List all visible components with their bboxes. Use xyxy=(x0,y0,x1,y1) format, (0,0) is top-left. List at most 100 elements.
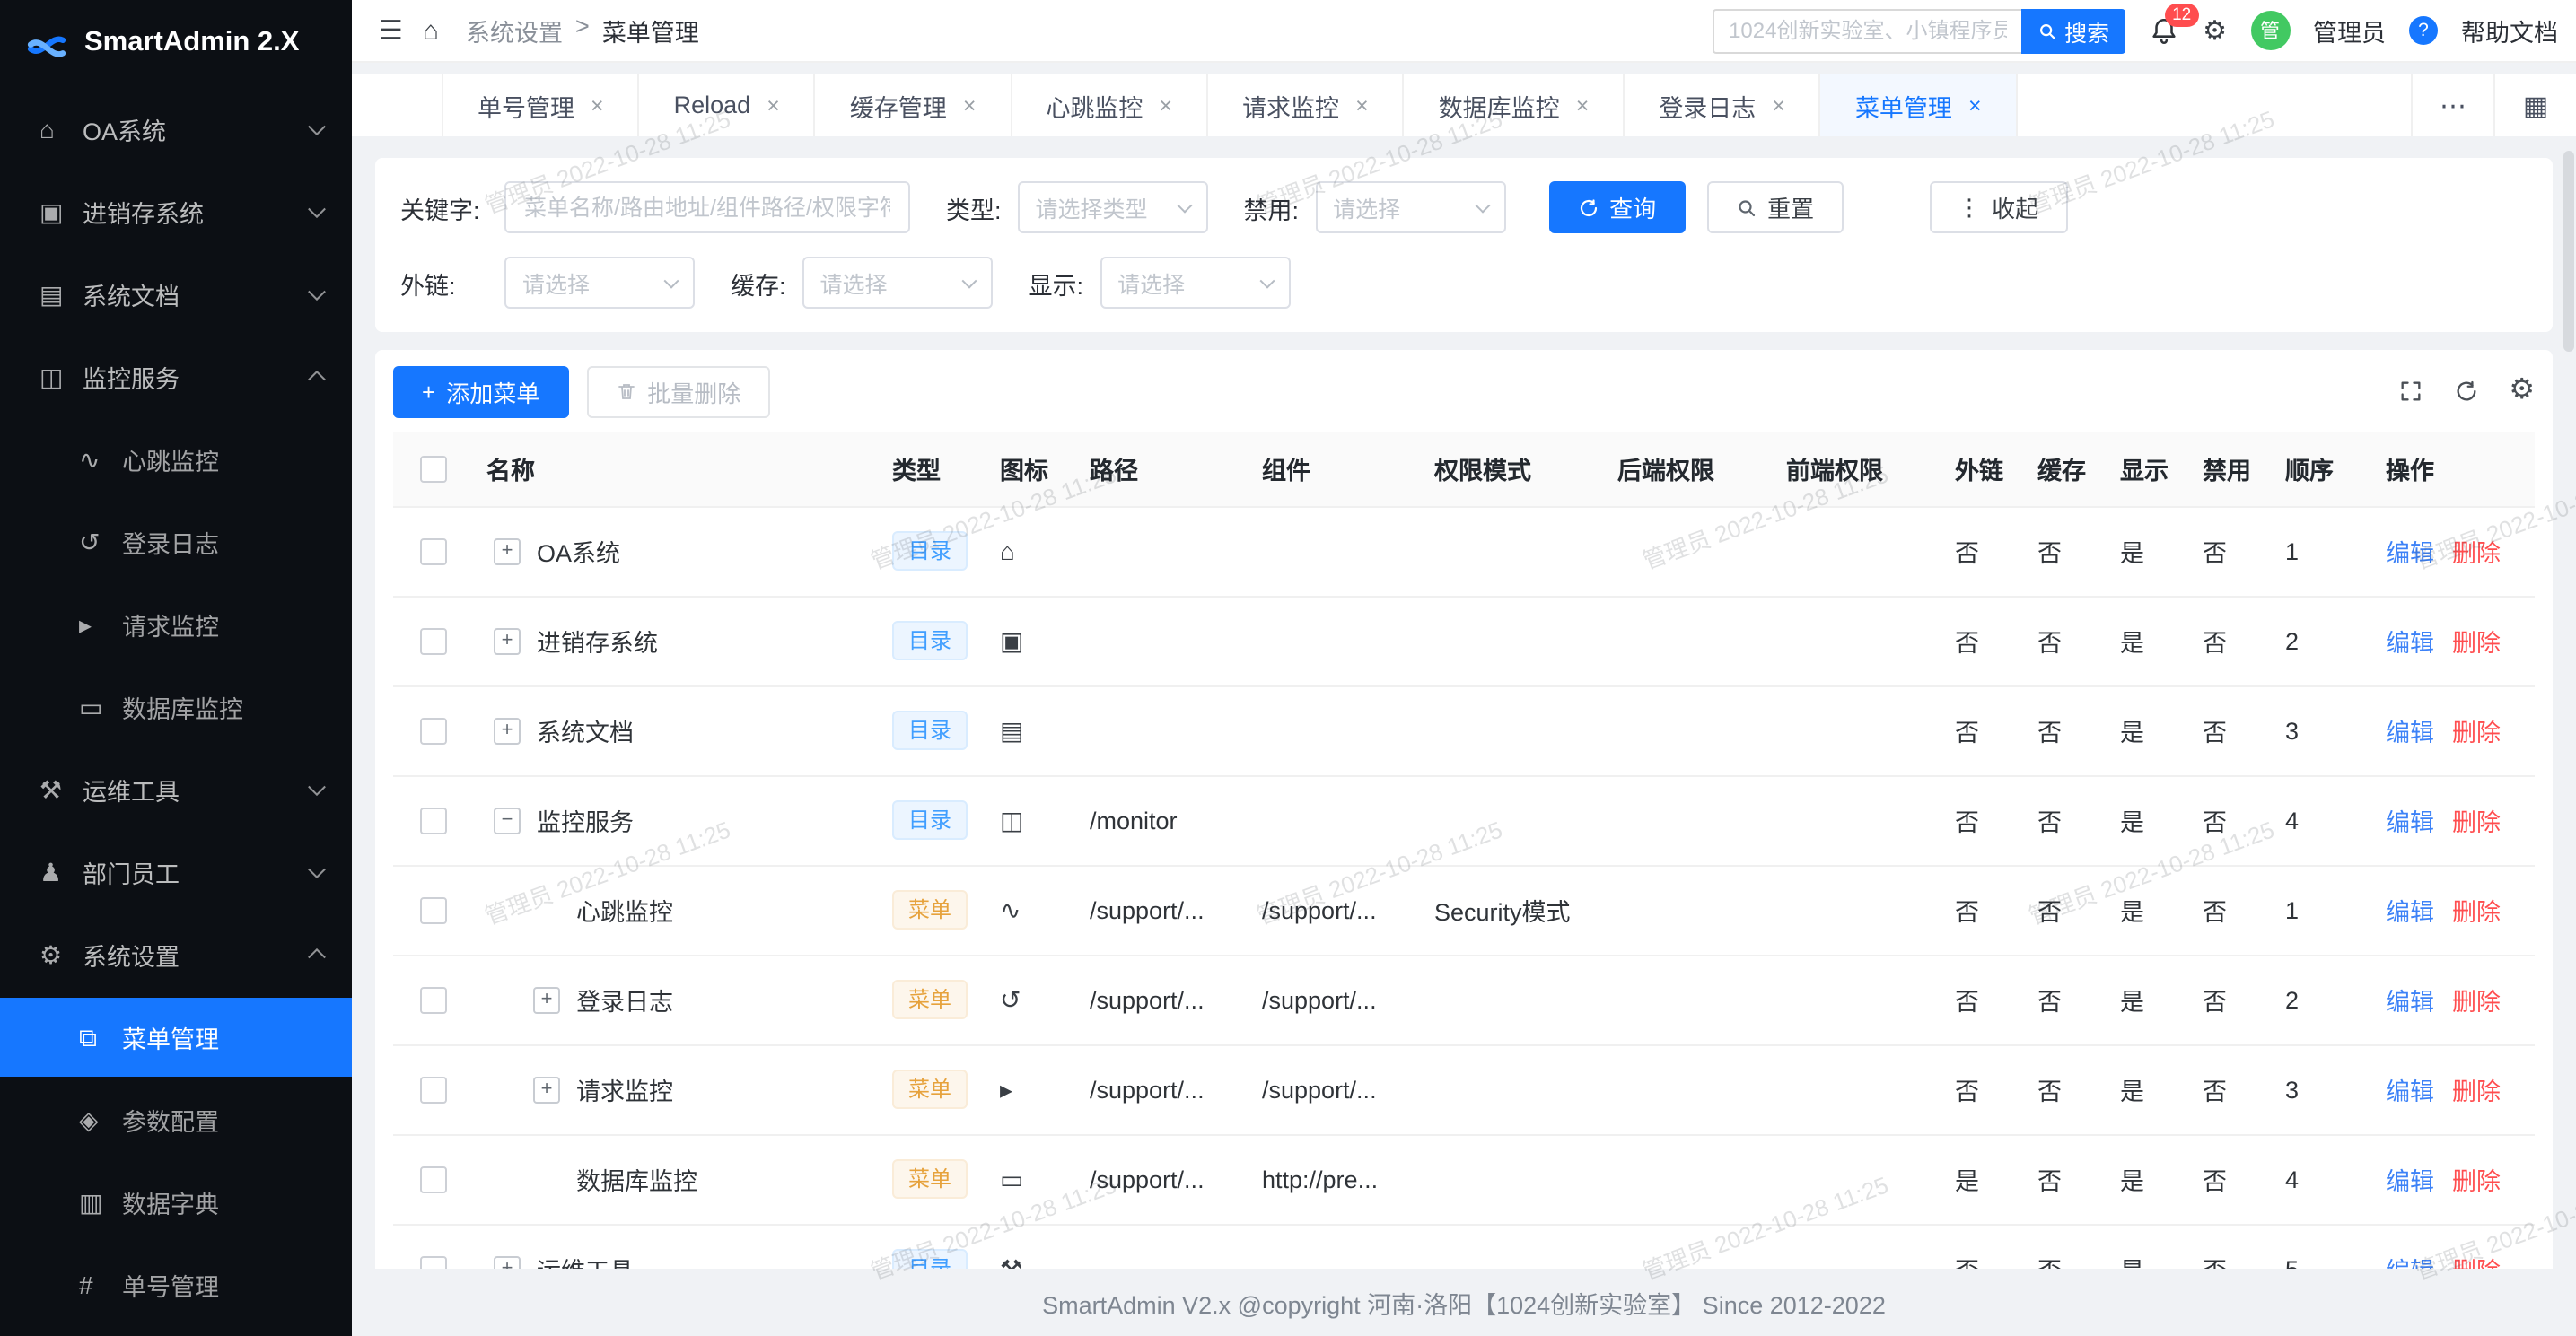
delete-link[interactable]: 删除 xyxy=(2452,989,2501,1016)
delete-link[interactable]: 删除 xyxy=(2452,720,2501,747)
row-checkbox[interactable] xyxy=(419,1166,446,1193)
cell-order: 1 xyxy=(2271,506,2371,596)
collapse-row-button[interactable]: − xyxy=(494,807,521,834)
edit-link[interactable]: 编辑 xyxy=(2386,1078,2434,1105)
edit-link[interactable]: 编辑 xyxy=(2386,899,2434,926)
global-search-button[interactable]: 搜索 xyxy=(2021,8,2125,53)
tab-close-icon[interactable]: × xyxy=(591,92,604,118)
tab-2[interactable]: Reload× xyxy=(640,74,816,136)
cell-frontend-perm xyxy=(1772,506,1941,596)
cell-perm-mode xyxy=(1420,955,1603,1044)
cache-select[interactable]: 请选择 xyxy=(802,257,993,309)
delete-link[interactable]: 删除 xyxy=(2452,809,2501,836)
tab-close-icon[interactable]: × xyxy=(1355,92,1369,118)
edit-link[interactable]: 编辑 xyxy=(2386,989,2434,1016)
tab-4[interactable]: 心跳监控× xyxy=(1012,74,1208,136)
select-all-checkbox[interactable] xyxy=(419,456,446,483)
edit-link[interactable]: 编辑 xyxy=(2386,809,2434,836)
home-icon[interactable]: ⌂ xyxy=(423,17,439,44)
global-search-label: 搜索 xyxy=(2064,13,2109,48)
delete-link[interactable]: 删除 xyxy=(2452,1078,2501,1105)
row-checkbox[interactable] xyxy=(419,538,446,565)
external-select[interactable]: 请选择 xyxy=(504,257,695,309)
disabled-select[interactable]: 请选择 xyxy=(1315,181,1505,233)
fullscreen-button[interactable] xyxy=(2397,379,2423,404)
cell-display: 是 xyxy=(2106,596,2188,685)
expand-row-button[interactable]: + xyxy=(533,1076,560,1103)
tab-close-icon[interactable]: × xyxy=(963,92,977,118)
query-button[interactable]: 查询 xyxy=(1548,181,1685,233)
user-avatar[interactable]: 管 xyxy=(2250,11,2290,50)
refresh-table-button[interactable] xyxy=(2453,379,2478,404)
row-checkbox[interactable] xyxy=(419,808,446,834)
sidebar-item-5[interactable]: ∿心跳监控 xyxy=(0,420,352,499)
add-menu-button[interactable]: + 添加菜单 xyxy=(393,365,568,417)
help-icon[interactable]: ? xyxy=(2409,16,2438,45)
batch-delete-button[interactable]: 批量删除 xyxy=(586,365,769,417)
cell-order: 1 xyxy=(2271,865,2371,955)
notifications-button[interactable]: 12 xyxy=(2149,15,2179,46)
tab-close-icon[interactable]: × xyxy=(1576,92,1590,118)
sidebar-item-13[interactable]: ◈参数配置 xyxy=(0,1080,352,1159)
sidebar-item-8[interactable]: ▭数据库监控 xyxy=(0,668,352,747)
sidebar-item-7[interactable]: ▸请求监控 xyxy=(0,585,352,664)
sidebar-item-10[interactable]: ♟部门员工 xyxy=(0,833,352,912)
row-checkbox[interactable] xyxy=(419,718,446,745)
tab-close-icon[interactable]: × xyxy=(1159,92,1172,118)
reset-button[interactable]: 重置 xyxy=(1706,181,1843,233)
help-link[interactable]: 帮助文档 xyxy=(2461,13,2558,48)
delete-link[interactable]: 删除 xyxy=(2452,1168,2501,1195)
header-settings-icon[interactable]: ⚙ xyxy=(2203,17,2227,44)
chevron-down-icon xyxy=(308,118,326,135)
expand-row-button[interactable]: + xyxy=(494,627,521,654)
tab-close-icon[interactable]: × xyxy=(1968,92,1982,118)
user-name[interactable]: 管理员 xyxy=(2313,13,2386,48)
tab-3[interactable]: 缓存管理× xyxy=(816,74,1012,136)
expand-row-button[interactable]: + xyxy=(533,986,560,1013)
tab-5[interactable]: 请求监控× xyxy=(1208,74,1405,136)
sidebar-item-15[interactable]: #单号管理 xyxy=(0,1245,352,1324)
row-checkbox[interactable] xyxy=(419,897,446,924)
data-dictionary-icon: ▥ xyxy=(79,1187,122,1218)
menu-fold-icon[interactable]: ☰ xyxy=(379,17,403,44)
sidebar-item-label: 数据字典 xyxy=(122,1184,298,1220)
tab-close-icon[interactable]: × xyxy=(1772,92,1785,118)
expand-row-button[interactable]: + xyxy=(494,537,521,564)
cell-perm-mode xyxy=(1420,596,1603,685)
sidebar-item-2[interactable]: ▣进销存系统 xyxy=(0,172,352,251)
delete-link[interactable]: 删除 xyxy=(2452,899,2501,926)
sidebar-item-6[interactable]: ↺登录日志 xyxy=(0,502,352,581)
global-search-input[interactable] xyxy=(1713,8,2021,53)
tab-6[interactable]: 数据库监控× xyxy=(1405,74,1625,136)
sidebar-item-3[interactable]: ▤系统文档 xyxy=(0,255,352,334)
delete-link[interactable]: 删除 xyxy=(2452,540,2501,567)
app-logo[interactable]: SmartAdmin 2.X xyxy=(0,0,352,86)
row-checkbox[interactable] xyxy=(419,628,446,655)
delete-link[interactable]: 删除 xyxy=(2452,630,2501,657)
display-select[interactable]: 请选择 xyxy=(1100,257,1290,309)
collapse-button[interactable]: ⋮ 收起 xyxy=(1929,181,2067,233)
keyword-input[interactable] xyxy=(504,181,910,233)
tab-1[interactable]: 单号管理× xyxy=(442,74,640,136)
tab-close-icon[interactable]: × xyxy=(767,92,780,118)
tab-more-button[interactable]: ⋯ xyxy=(2411,74,2493,136)
sidebar-item-4[interactable]: ◫监控服务 xyxy=(0,337,352,416)
sidebar-item-1[interactable]: ⌂OA系统 xyxy=(0,90,352,169)
sidebar-item-9[interactable]: ⚒运维工具 xyxy=(0,750,352,829)
sidebar-item-14[interactable]: ▥数据字典 xyxy=(0,1163,352,1242)
edit-link[interactable]: 编辑 xyxy=(2386,630,2434,657)
tab-7[interactable]: 登录日志× xyxy=(1625,74,1821,136)
sidebar-item-12[interactable]: ⧉菜单管理 xyxy=(0,998,352,1077)
row-checkbox[interactable] xyxy=(419,1077,446,1104)
tab-8[interactable]: 菜单管理× xyxy=(1821,74,2018,136)
edit-link[interactable]: 编辑 xyxy=(2386,540,2434,567)
column-settings-button[interactable]: ⚙ xyxy=(2509,377,2535,406)
tab-layout-button[interactable]: ▦ xyxy=(2493,74,2576,136)
row-checkbox[interactable] xyxy=(419,987,446,1014)
edit-link[interactable]: 编辑 xyxy=(2386,1168,2434,1195)
expand-row-button[interactable]: + xyxy=(494,717,521,744)
vertical-scrollbar[interactable] xyxy=(2563,151,2574,352)
edit-link[interactable]: 编辑 xyxy=(2386,720,2434,747)
type-select[interactable]: 请选择类型 xyxy=(1018,181,1208,233)
sidebar-item-11[interactable]: ⚙系统设置 xyxy=(0,915,352,994)
